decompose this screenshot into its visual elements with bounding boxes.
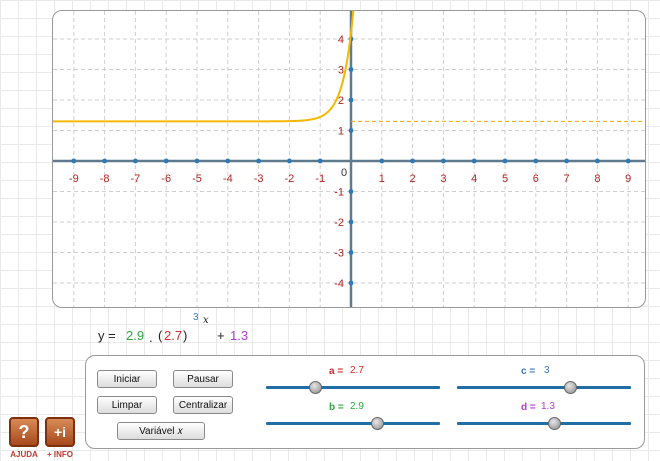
variable-x-button[interactable]: Variável 𝑥: [117, 422, 205, 440]
formula-d-value: 1.3: [230, 328, 249, 343]
param-b-slider-track[interactable]: [266, 422, 440, 425]
y-tick-label: -4: [334, 278, 344, 290]
x-tick-dot: [595, 158, 600, 164]
info-plus-icon: +i: [53, 424, 67, 440]
clear-button[interactable]: Limpar: [97, 396, 157, 414]
x-tick-dot: [410, 158, 415, 164]
x-tick-dot: [471, 158, 477, 164]
param-d-value: 1.3: [541, 401, 555, 412]
formula-a-value: 2.7: [164, 328, 183, 343]
x-tick-dot: [133, 158, 138, 164]
x-tick-dot: [441, 158, 446, 164]
param-c-value: 3: [544, 365, 550, 376]
x-tick-dot: [625, 158, 631, 164]
param-d-slider-thumb[interactable]: [548, 417, 562, 430]
param-a-value: 2.7: [350, 365, 364, 376]
x-tick-label: -2: [285, 173, 295, 185]
formula-y-prefix: y =: [98, 328, 116, 343]
x-tick-dot: [71, 158, 77, 164]
y-tick-dot: [348, 250, 354, 255]
x-tick-label: -7: [131, 173, 141, 185]
x-tick-label: 1: [379, 173, 385, 185]
param-d-label: d =: [521, 402, 536, 413]
x-tick-label: 7: [564, 173, 570, 185]
x-tick-label: -5: [192, 173, 202, 185]
x-tick-label: 5: [502, 173, 508, 185]
x-tick-label: -4: [223, 173, 233, 185]
formula-b-value: 2.9: [126, 328, 145, 343]
x-tick-label: 9: [625, 173, 631, 185]
formula-plus: +: [217, 328, 225, 343]
graph-panel[interactable]: -9 -8 -7 -6 -5 -4 -3 -2 -1 1 2 3 4 5 6 7 8 9 4 3 2 1 -1 -2 -3 -4 0…: [52, 10, 646, 308]
param-a-slider-thumb[interactable]: [308, 381, 322, 394]
y-tick-dot: [348, 189, 354, 194]
function-curve: [53, 11, 355, 123]
info-button[interactable]: +i: [45, 417, 75, 447]
pause-button[interactable]: Pausar: [173, 370, 233, 388]
x-tick-dot: [256, 158, 261, 164]
origin-label: 0: [341, 167, 347, 179]
formula-c-value: 3: [193, 312, 199, 323]
formula-open-paren: (: [158, 328, 163, 343]
y-tick-label: 4: [338, 34, 344, 46]
param-d-slider-track[interactable]: [457, 422, 631, 425]
param-a-label: a =: [329, 366, 344, 377]
param-b-slider-thumb[interactable]: [371, 417, 385, 430]
y-tick-dot: [348, 219, 354, 225]
x-tick-dot: [194, 158, 200, 164]
x-tick-dot: [317, 158, 323, 164]
param-a-slider-track[interactable]: [266, 386, 440, 389]
y-tick-dot: [348, 128, 354, 133]
control-panel: Iniciar Pausar Limpar Centralizar Variáv…: [85, 355, 645, 449]
formula-dot: .: [149, 330, 153, 345]
formula-x-var: x: [203, 315, 209, 326]
x-tick-dot: [225, 158, 231, 164]
start-button[interactable]: Iniciar: [97, 370, 157, 388]
function-formula: y = 2.9 . ( 2.7 ) 3 x + 1.3: [0, 310, 300, 350]
x-tick-label: -9: [69, 173, 79, 185]
x-tick-label: 6: [533, 173, 539, 185]
center-button[interactable]: Centralizar: [173, 396, 233, 414]
x-tick-label: -1: [315, 173, 325, 185]
x-tick-label: -8: [100, 173, 110, 185]
question-icon: ?: [18, 422, 30, 442]
y-tick-label: -1: [334, 187, 344, 199]
help-button[interactable]: ?: [9, 417, 39, 447]
x-tick-label: 4: [471, 173, 477, 185]
x-tick-label: -6: [161, 173, 171, 185]
x-tick-label: 3: [440, 173, 446, 185]
x-tick-label: 2: [410, 173, 416, 185]
help-caption: AJUDA: [10, 450, 38, 459]
y-tick-label: 1: [338, 126, 344, 138]
param-c-slider-thumb[interactable]: [564, 381, 578, 394]
x-tick-dot: [533, 158, 539, 164]
x-tick-label: 8: [594, 173, 600, 185]
x-tick-dot: [564, 158, 569, 164]
param-c-label: c =: [521, 366, 536, 377]
y-tick-label: -3: [334, 248, 344, 260]
x-tick-label: -3: [254, 173, 264, 185]
param-b-label: b =: [329, 402, 344, 413]
y-tick-dot: [348, 67, 354, 72]
formula-close-paren: ): [183, 328, 188, 343]
function-graph[interactable]: -9 -8 -7 -6 -5 -4 -3 -2 -1 1 2 3 4 5 6 7 8 94321-1-2-3-40…: [53, 11, 645, 307]
y-tick-dot: [348, 280, 354, 286]
info-caption: + INFO: [46, 450, 73, 459]
param-b-value: 2.9: [350, 401, 364, 412]
x-tick-dot: [163, 158, 169, 164]
x-tick-dot: [502, 158, 508, 164]
x-tick-dot: [287, 158, 292, 164]
param-c-slider-track[interactable]: [457, 386, 631, 389]
x-tick-dot: [102, 158, 107, 164]
x-tick-dot: [379, 158, 385, 164]
y-tick-label: -2: [334, 217, 344, 229]
y-tick-dot: [348, 97, 354, 103]
y-tick-label: 3: [338, 65, 344, 77]
